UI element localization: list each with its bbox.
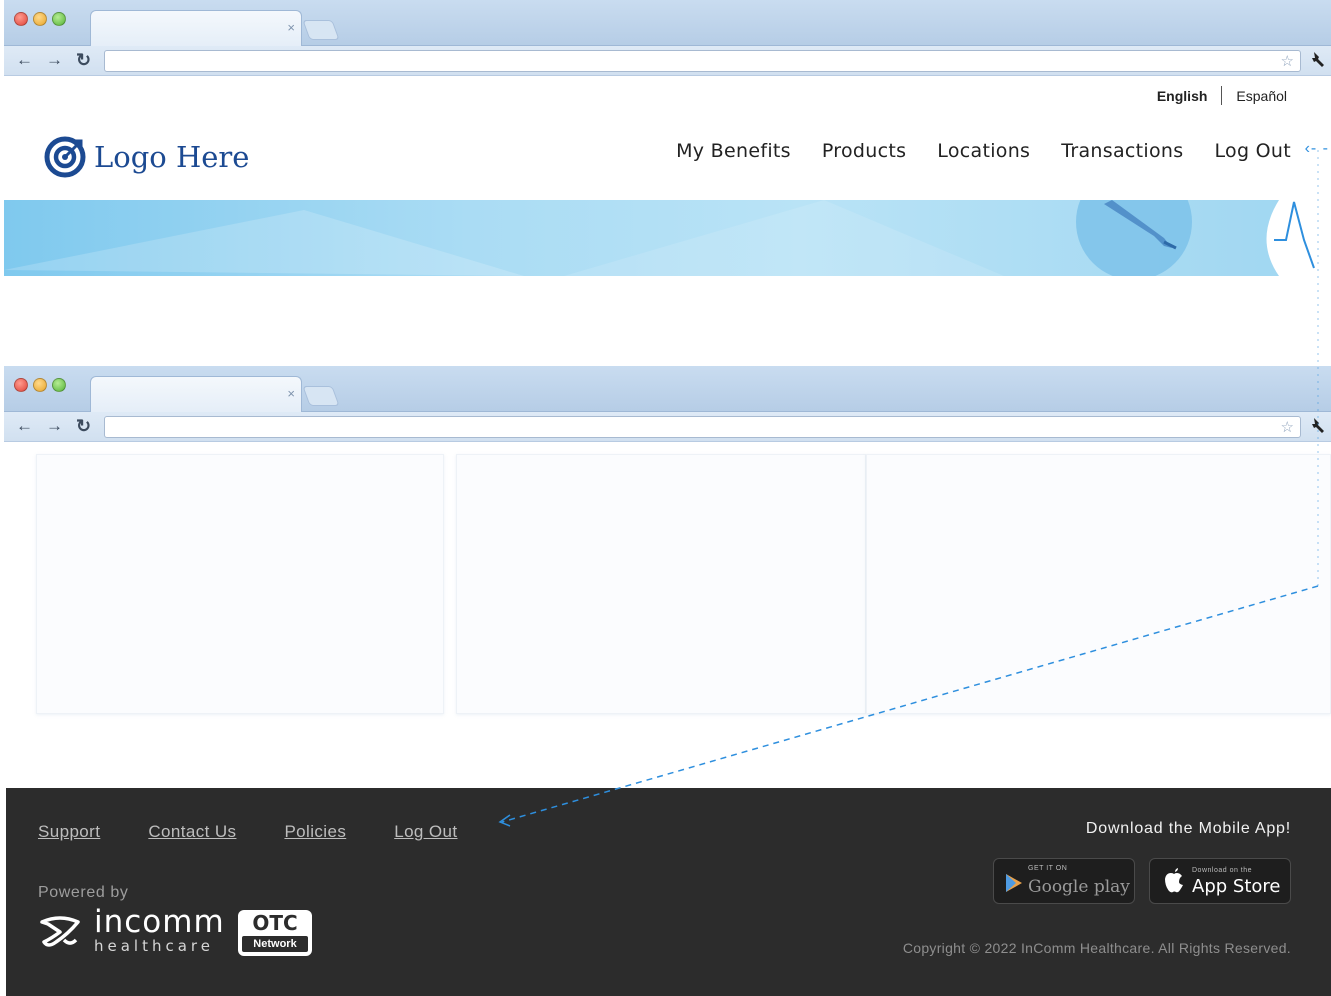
back-arrow-icon[interactable]: ← bbox=[16, 417, 33, 435]
close-window-button[interactable] bbox=[14, 12, 28, 26]
footer-link-support[interactable]: Support bbox=[38, 822, 100, 842]
minimize-window-button[interactable] bbox=[33, 378, 47, 392]
close-icon[interactable]: × bbox=[287, 21, 295, 34]
hero-banner bbox=[4, 200, 1331, 276]
zoom-window-button[interactable] bbox=[52, 378, 66, 392]
wrench-icon[interactable] bbox=[1311, 416, 1327, 434]
window-controls bbox=[14, 12, 66, 26]
callout-arrow-top: ‹- - bbox=[1304, 140, 1329, 157]
content-card bbox=[36, 454, 444, 714]
content-card bbox=[456, 454, 866, 714]
window-controls bbox=[14, 378, 66, 392]
canvas: × ← → ↻ ☆ English Español Logo Here My B… bbox=[0, 0, 1331, 996]
logo-text: Logo Here bbox=[94, 140, 250, 174]
forward-arrow-icon[interactable]: → bbox=[46, 417, 63, 435]
site-logo[interactable]: Logo Here bbox=[44, 136, 249, 178]
star-icon[interactable]: ☆ bbox=[1281, 418, 1294, 436]
language-english-link[interactable]: English bbox=[1157, 88, 1208, 104]
incomm-logo-icon bbox=[40, 915, 80, 947]
nav-locations[interactable]: Locations bbox=[937, 140, 1030, 162]
title-bar: × bbox=[4, 0, 1331, 46]
browser-tab[interactable]: × bbox=[90, 376, 302, 412]
browser-toolbar: ← → ↻ ☆ bbox=[4, 412, 1331, 442]
close-icon[interactable]: × bbox=[287, 387, 295, 400]
otc-network-text: Network bbox=[242, 936, 308, 952]
star-icon[interactable]: ☆ bbox=[1281, 52, 1294, 70]
reload-icon[interactable]: ↻ bbox=[76, 51, 91, 69]
nav-products[interactable]: Products bbox=[822, 140, 906, 162]
address-bar[interactable]: ☆ bbox=[104, 416, 1301, 438]
apple-icon bbox=[1165, 868, 1183, 893]
browser-tab[interactable]: × bbox=[90, 10, 302, 46]
back-arrow-icon[interactable]: ← bbox=[16, 51, 33, 69]
google-play-text: Google play bbox=[1028, 877, 1130, 897]
page-content bbox=[4, 444, 1331, 788]
powered-by-label: Powered by bbox=[38, 884, 129, 901]
target-logo-icon bbox=[44, 136, 86, 178]
new-tab-button[interactable] bbox=[302, 20, 340, 40]
footer-link-contact-us[interactable]: Contact Us bbox=[148, 822, 236, 842]
language-spanish-link[interactable]: Español bbox=[1236, 88, 1287, 104]
nav-my-benefits[interactable]: My Benefits bbox=[676, 140, 791, 162]
hero-illustration bbox=[4, 200, 1331, 276]
title-bar: × bbox=[4, 366, 1331, 412]
incomm-subtitle: healthcare bbox=[94, 937, 214, 955]
forward-arrow-icon[interactable]: → bbox=[46, 51, 63, 69]
otc-network-logo: OTC Network bbox=[238, 910, 312, 956]
address-bar[interactable]: ☆ bbox=[104, 50, 1301, 72]
site-footer: Support Contact Us Policies Log Out Powe… bbox=[6, 788, 1331, 996]
main-navigation: My Benefits Products Locations Transacti… bbox=[676, 140, 1291, 162]
browser-window-top: × ← → ↻ ☆ English Español Logo Here My B… bbox=[4, 0, 1331, 282]
app-store-text: App Store bbox=[1192, 876, 1281, 897]
google-play-icon bbox=[1006, 874, 1022, 892]
app-store-small-text: Download on the bbox=[1192, 867, 1253, 874]
app-store-badge[interactable]: Download on the App Store bbox=[1149, 858, 1291, 904]
incomm-logo: incomm healthcare bbox=[38, 907, 225, 955]
footer-link-log-out[interactable]: Log Out bbox=[394, 822, 457, 842]
incomm-wordmark: incomm bbox=[94, 904, 225, 940]
footer-links: Support Contact Us Policies Log Out bbox=[38, 822, 458, 842]
google-play-badge[interactable]: GET IT ON Google play bbox=[993, 858, 1135, 904]
minimize-window-button[interactable] bbox=[33, 12, 47, 26]
browser-window-bottom: × ← → ↻ ☆ Support Contact Us Policies Lo… bbox=[4, 366, 1331, 996]
new-tab-button[interactable] bbox=[302, 386, 340, 406]
copyright-text: Copyright © 2022 InComm Healthcare. All … bbox=[902, 940, 1291, 956]
content-card bbox=[866, 454, 1331, 714]
otc-logo-text: OTC bbox=[252, 911, 298, 935]
language-divider bbox=[1221, 86, 1223, 105]
language-switcher: English Español bbox=[1157, 86, 1287, 105]
wrench-icon[interactable] bbox=[1311, 50, 1327, 68]
zoom-window-button[interactable] bbox=[52, 12, 66, 26]
close-window-button[interactable] bbox=[14, 378, 28, 392]
nav-log-out[interactable]: Log Out bbox=[1214, 140, 1291, 162]
google-play-small-text: GET IT ON bbox=[1028, 865, 1068, 872]
download-app-heading: Download the Mobile App! bbox=[1085, 820, 1291, 837]
reload-icon[interactable]: ↻ bbox=[76, 417, 91, 435]
nav-transactions[interactable]: Transactions bbox=[1061, 140, 1183, 162]
footer-link-policies[interactable]: Policies bbox=[284, 822, 346, 842]
browser-toolbar: ← → ↻ ☆ bbox=[4, 46, 1331, 76]
